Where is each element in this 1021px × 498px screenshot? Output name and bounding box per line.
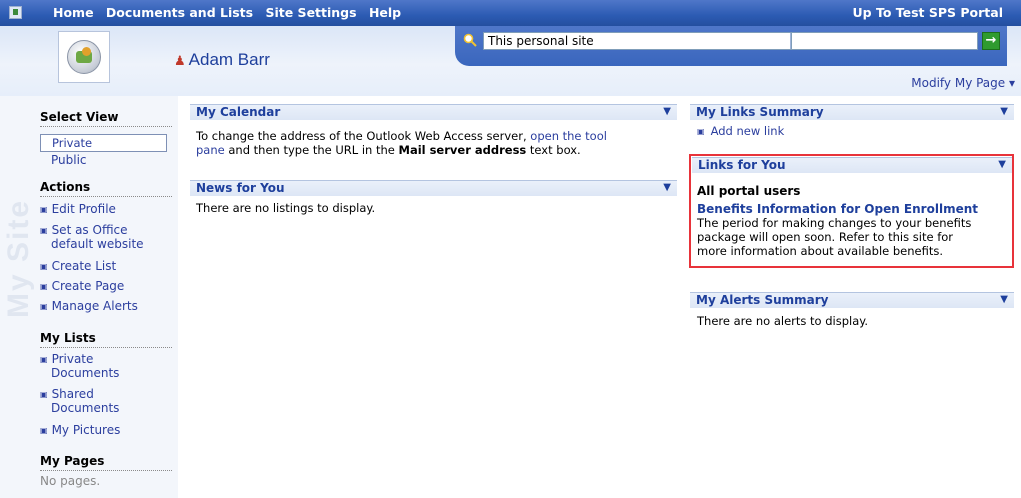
modify-my-page-menu[interactable]: Modify My Page ▾ [911, 76, 1015, 90]
action-label: Set as Office [51, 223, 128, 237]
action-label: Create List [51, 259, 117, 273]
calendar-text-mid: and then type the URL in the [224, 143, 399, 157]
search-go-button[interactable]: → [982, 32, 1000, 50]
search-area: This personal site ▼ → [455, 26, 1007, 66]
action-set-office-default[interactable]: ▣ Set as Office [40, 223, 128, 237]
bullet-icon: ▣ [40, 390, 48, 399]
news-for-you-title[interactable]: News for You ▼ [190, 180, 677, 196]
my-links-summary-title-text: My Links Summary [696, 105, 824, 119]
list-private-documents-line2[interactable]: Documents [51, 366, 119, 380]
nav-home-link[interactable]: Home [53, 5, 94, 20]
site-header: ♟Adam Barr This personal site ▼ → Modify… [0, 26, 1021, 96]
calendar-text-end: text box. [526, 143, 581, 157]
list-my-pictures[interactable]: ▣ My Pictures [40, 423, 120, 437]
search-scope-value: This personal site [488, 34, 594, 48]
nav-documents-and-lists-link[interactable]: Documents and Lists [106, 5, 253, 20]
add-new-link[interactable]: ▣ Add new link [697, 124, 784, 139]
my-calendar-title[interactable]: My Calendar ▼ [190, 104, 677, 120]
no-pages-text: No pages. [40, 474, 101, 488]
top-nav-links: Home Documents and Lists Site Settings H… [53, 5, 409, 20]
webpart-menu-chevron-icon[interactable]: ▼ [1000, 105, 1008, 119]
nav-site-settings-link[interactable]: Site Settings [265, 5, 356, 20]
news-for-you-title-text: News for You [196, 181, 285, 195]
user-name-heading: ♟ Adam Barr [174, 50, 270, 70]
webpart-menu-chevron-icon[interactable]: ▼ [1000, 293, 1008, 307]
my-alerts-summary-title[interactable]: My Alerts Summary ▼ [690, 292, 1014, 308]
list-label: My Pictures [51, 423, 121, 437]
my-site-watermark: My Site [2, 198, 35, 318]
mail-server-address-label: Mail server address [398, 143, 527, 157]
list-shared-documents-line2[interactable]: Documents [51, 401, 119, 415]
alerts-empty-text: There are no alerts to display. [697, 314, 869, 328]
bullet-icon: ▣ [40, 262, 48, 271]
news-empty-text: There are no listings to display. [196, 201, 376, 215]
search-scope-select[interactable]: This personal site ▼ [483, 32, 808, 50]
list-shared-documents[interactable]: ▣ Shared [40, 387, 94, 401]
my-pages-heading: My Pages [40, 454, 172, 471]
bullet-icon: ▣ [40, 302, 48, 311]
action-create-page[interactable]: ▣ Create Page [40, 279, 124, 293]
list-label: Private [51, 352, 94, 366]
up-to-portal-link[interactable]: Up To Test SPS Portal [853, 5, 1004, 20]
top-nav-bar: Home Documents and Lists Site Settings H… [0, 0, 1021, 26]
bullet-icon: ▣ [40, 282, 48, 291]
my-lists-heading: My Lists [40, 331, 172, 348]
highlight-box [689, 154, 1014, 268]
open-tool-pane-link-line2[interactable]: pane [196, 143, 225, 157]
action-create-list[interactable]: ▣ Create List [40, 259, 116, 273]
action-label: Edit Profile [51, 202, 116, 216]
bullet-icon: ▣ [40, 426, 48, 435]
list-label: Shared [51, 387, 94, 401]
my-site-logo-icon [67, 40, 101, 74]
webpart-menu-chevron-icon[interactable]: ▼ [663, 181, 671, 195]
add-new-link-label: Add new link [710, 124, 785, 138]
webpart-menu-chevron-icon[interactable]: ▼ [663, 105, 671, 119]
view-private-link[interactable]: Private [40, 134, 167, 152]
list-private-documents[interactable]: ▣ Private [40, 352, 93, 366]
site-logo [58, 31, 110, 83]
view-public-link[interactable]: Public [51, 153, 87, 167]
sharepoint-app-icon [9, 6, 22, 19]
action-manage-alerts[interactable]: ▣ Manage Alerts [40, 299, 138, 313]
user-name-text: Adam Barr [188, 50, 270, 69]
action-label: Manage Alerts [51, 299, 138, 313]
actions-heading: Actions [40, 180, 172, 197]
action-edit-profile[interactable]: ▣ Edit Profile [40, 202, 116, 216]
action-set-office-default-line2[interactable]: default website [51, 237, 144, 251]
open-tool-pane-link[interactable]: open the tool [530, 129, 607, 143]
person-icon: ♟ [174, 53, 186, 68]
bullet-icon: ▣ [40, 355, 48, 364]
nav-help-link[interactable]: Help [369, 5, 401, 20]
my-calendar-title-text: My Calendar [196, 105, 281, 119]
bullet-icon: ▣ [40, 205, 48, 214]
my-alerts-summary-title-text: My Alerts Summary [696, 293, 829, 307]
search-icon [463, 33, 477, 47]
my-links-summary-title[interactable]: My Links Summary ▼ [690, 104, 1014, 120]
action-label: Create Page [51, 279, 125, 293]
calendar-text: To change the address of the Outlook Web… [196, 129, 531, 143]
bullet-icon: ▣ [40, 226, 48, 235]
search-input[interactable] [791, 32, 978, 50]
left-nav: My Site Select View Private Public Actio… [0, 96, 178, 498]
my-calendar-body: To change the address of the Outlook Web… [196, 129, 676, 157]
select-view-heading: Select View [40, 110, 172, 127]
bullet-icon: ▣ [697, 127, 705, 136]
